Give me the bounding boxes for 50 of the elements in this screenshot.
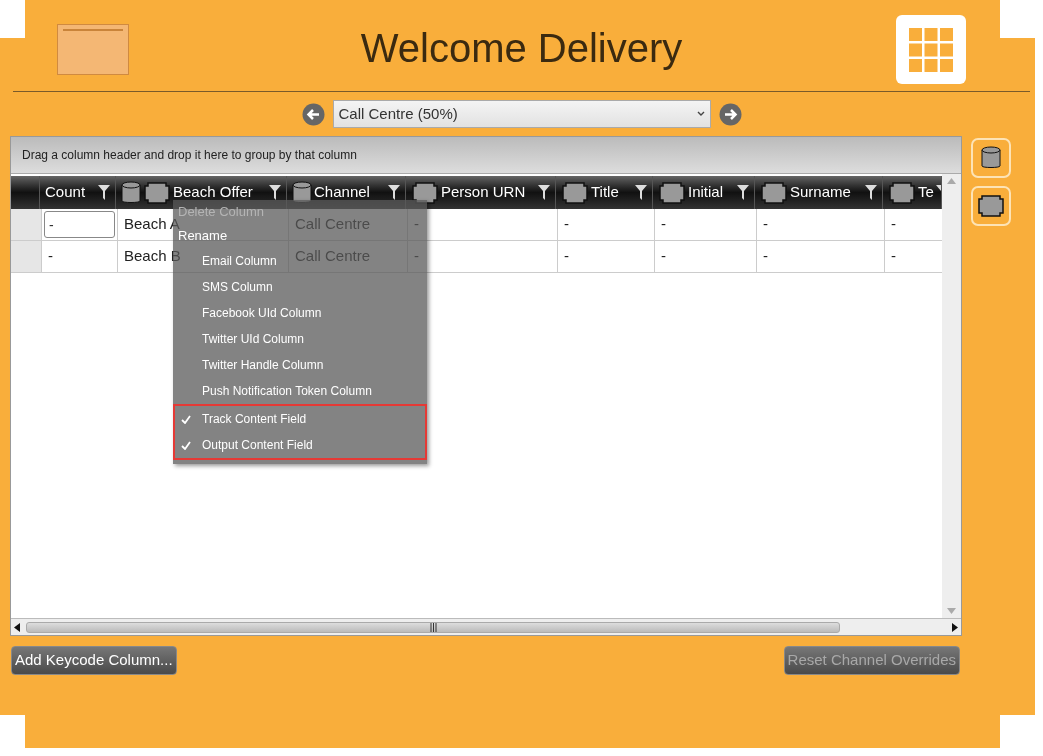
table-cell: - <box>558 209 655 240</box>
column-header-label: Channel <box>314 182 371 203</box>
menu-item[interactable]: Output Content Field <box>175 432 317 458</box>
filter-icon[interactable] <box>737 185 749 200</box>
database-button[interactable] <box>971 138 1011 178</box>
filter-icon[interactable] <box>98 185 110 200</box>
field-button[interactable] <box>971 186 1011 226</box>
scroll-right-icon[interactable] <box>952 622 958 632</box>
column-header[interactable]: Title <box>556 176 653 209</box>
horizontal-scrollbar[interactable] <box>11 618 961 635</box>
menu-item[interactable]: SMS Column <box>185 274 277 300</box>
table-cell: - <box>655 241 757 272</box>
action-button[interactable]: Add Keycode Column... <box>11 646 177 675</box>
column-header[interactable]: Count <box>40 176 116 209</box>
count-input[interactable]: - <box>44 211 115 238</box>
column-header[interactable]: Initial <box>653 176 755 209</box>
table-cell: - <box>558 241 655 272</box>
field-icon <box>977 195 1005 217</box>
window-icon <box>57 24 129 75</box>
column-header-label: Beach Offer <box>173 182 254 203</box>
menu-item[interactable]: Twitter Handle Column <box>185 352 328 378</box>
column-header-label: Person URN <box>441 182 527 203</box>
table-cell: - <box>757 241 885 272</box>
menu-item[interactable]: Email Column <box>185 248 281 274</box>
chevron-down-icon <box>696 111 705 117</box>
scrollbar-thumb[interactable] <box>26 621 840 633</box>
menu-item[interactable]: Track Content Field <box>175 406 311 432</box>
filter-icon[interactable] <box>388 185 400 200</box>
database-icon <box>981 146 1001 170</box>
scroll-left-icon[interactable] <box>14 622 20 632</box>
table-cell: - <box>757 209 885 240</box>
column-header-label: Title <box>591 182 620 203</box>
filter-icon[interactable] <box>538 185 550 200</box>
page-title: Welcome Delivery <box>360 24 683 72</box>
group-panel-hint: Drag a column header and drop it here to group by that column <box>11 137 961 174</box>
column-header[interactable]: Surname <box>755 176 883 209</box>
menu-item[interactable]: Facebook UId Column <box>185 300 326 326</box>
channel-dropdown[interactable]: Call Centre (50%) <box>332 100 711 128</box>
table-cell: - <box>655 209 757 240</box>
column-header-label: Surname <box>790 182 852 203</box>
column-header-label: Initial <box>688 182 725 203</box>
column-header-label: Count <box>45 182 87 203</box>
filter-icon[interactable] <box>269 185 281 200</box>
column-header-label: Te <box>918 182 934 203</box>
menu-item[interactable]: Twitter UId Column <box>185 326 309 352</box>
filter-icon[interactable] <box>865 185 877 200</box>
filter-icon[interactable] <box>635 185 647 200</box>
grip-icon <box>429 622 437 632</box>
menu-item[interactable]: Push Notification Token Column <box>185 378 376 404</box>
table-cell: - <box>42 241 118 272</box>
